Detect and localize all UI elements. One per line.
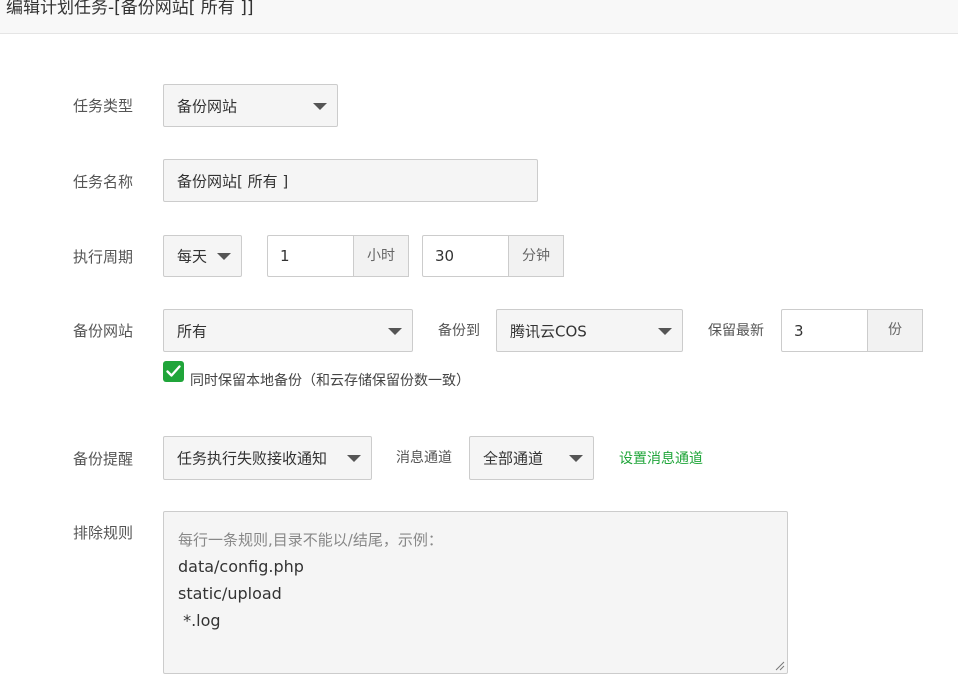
minute-value: 30 (435, 247, 455, 265)
task-name-value: 备份网站[ 所有 ] (177, 172, 289, 190)
backup-site-value: 所有 (177, 322, 208, 340)
dialog-titlebar: 编辑计划任务-[备份网站[ 所有 ]] (0, 0, 958, 34)
task-type-label: 任务类型 (73, 97, 134, 115)
keep-unit: 份 (867, 309, 923, 352)
hour-value: 1 (280, 247, 290, 265)
task-name-label: 任务名称 (73, 173, 134, 191)
exclude-rule-line: static/upload (178, 584, 282, 603)
hour-unit: 小时 (353, 235, 409, 277)
period-mode-select[interactable]: 每天 (163, 235, 242, 277)
chevron-down-icon (347, 455, 361, 462)
keep-local-checkbox[interactable] (163, 361, 184, 382)
exclude-label: 排除规则 (73, 524, 134, 542)
exclude-placeholder: 每行一条规则,目录不能以/结尾，示例： (178, 531, 443, 549)
chevron-down-icon (658, 327, 672, 335)
backup-dest-select[interactable]: 腾讯云COS (496, 309, 683, 352)
backup-site-label: 备份网站 (73, 322, 134, 340)
notify-select[interactable]: 任务执行失败接收通知 (163, 436, 372, 480)
keep-local-label: 同时保留本地备份（和云存储保留份数一致） (190, 373, 470, 389)
chevron-down-icon (569, 455, 583, 462)
backup-dest-value: 腾讯云COS (510, 322, 587, 340)
period-label: 执行周期 (73, 248, 134, 266)
channel-label: 消息通道 (396, 450, 452, 466)
task-name-input[interactable]: 备份网站[ 所有 ] (163, 159, 538, 202)
minute-unit: 分钟 (508, 235, 564, 277)
backup-dest-label: 备份到 (438, 323, 480, 339)
dialog-title: 编辑计划任务-[备份网站[ 所有 ]] (6, 0, 254, 18)
backup-site-select[interactable]: 所有 (163, 309, 413, 352)
period-mode-value: 每天 (177, 247, 208, 266)
chevron-down-icon (313, 102, 327, 110)
chevron-down-icon (388, 327, 402, 335)
channel-select[interactable]: 全部通道 (469, 436, 594, 480)
keep-count-input[interactable]: 3 (781, 309, 869, 352)
chevron-down-icon (217, 253, 231, 260)
keep-latest-label: 保留最新 (708, 323, 764, 339)
notify-value: 任务执行失败接收通知 (177, 449, 328, 468)
keep-count-value: 3 (794, 321, 804, 340)
setup-channel-link[interactable]: 设置消息通道 (619, 448, 703, 468)
notify-label: 备份提醒 (73, 450, 134, 468)
channel-value: 全部通道 (483, 449, 544, 468)
hour-input[interactable]: 1 (267, 235, 355, 277)
resize-grip-icon[interactable] (775, 661, 785, 671)
exclude-rules-textarea[interactable]: 每行一条规则,目录不能以/结尾，示例： data/config.php stat… (163, 511, 788, 674)
task-type-value: 备份网站 (177, 97, 238, 115)
minute-input[interactable]: 30 (422, 235, 510, 277)
exclude-rule-line: *.log (178, 611, 221, 630)
task-type-select[interactable]: 备份网站 (163, 84, 338, 127)
exclude-rule-line: data/config.php (178, 557, 304, 576)
check-icon (166, 365, 181, 377)
